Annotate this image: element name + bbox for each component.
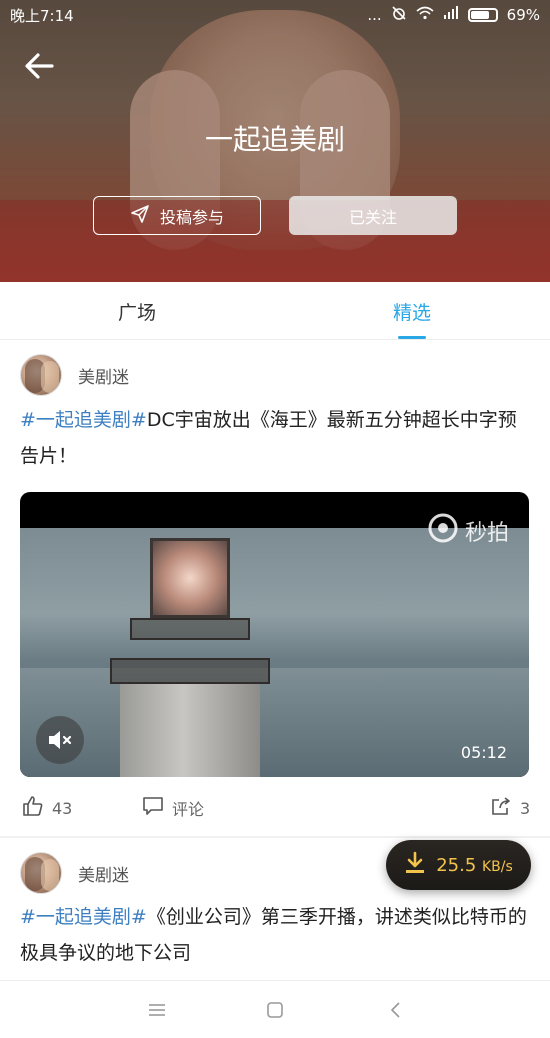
status-bar: 晚上7:14 ... 69% bbox=[0, 0, 550, 30]
like-count: 43 bbox=[52, 798, 73, 818]
alarm-icon bbox=[391, 5, 407, 25]
status-right: ... 69% bbox=[367, 5, 540, 25]
tab-featured[interactable]: 精选 bbox=[342, 282, 482, 340]
video-duration: 05:12 bbox=[460, 743, 507, 762]
status-time: 晚上7:14 bbox=[10, 6, 74, 25]
download-speed: 25.5 bbox=[436, 854, 477, 876]
post-username[interactable]: 美剧迷 bbox=[78, 363, 129, 388]
menu-icon[interactable] bbox=[142, 995, 172, 1025]
lighthouse-deck-upper bbox=[130, 618, 250, 640]
share-count: 3 bbox=[520, 798, 531, 818]
video-sea bbox=[20, 668, 529, 777]
back-icon[interactable] bbox=[380, 995, 410, 1025]
video-frame bbox=[20, 528, 529, 777]
back-arrow-icon[interactable] bbox=[20, 46, 60, 86]
video-watermark: 秒拍 bbox=[427, 512, 509, 550]
share-icon bbox=[490, 795, 512, 821]
submit-post-button[interactable]: 投稿参与 bbox=[93, 196, 261, 235]
share-button[interactable]: 3 bbox=[490, 790, 530, 826]
tab-bar: 广场 精选 bbox=[0, 282, 550, 340]
post-hashtag[interactable]: #一起追美剧# bbox=[20, 906, 147, 928]
comment-button[interactable]: 评论 bbox=[142, 790, 204, 826]
post-text[interactable]: #一起追美剧#DC宇宙放出《海王》最新五分钟超长中字预告片！ bbox=[20, 402, 532, 474]
video-lighthouse bbox=[110, 538, 270, 777]
like-icon bbox=[22, 795, 44, 821]
download-unit: KB/s bbox=[482, 858, 513, 875]
status-dots: ... bbox=[367, 6, 382, 24]
download-icon bbox=[404, 851, 426, 880]
home-icon[interactable] bbox=[260, 995, 290, 1025]
system-nav-bar bbox=[0, 980, 550, 1038]
post-actions: 43 评论 3 bbox=[0, 790, 550, 826]
video-player[interactable]: 秒拍 05:12 bbox=[20, 492, 529, 777]
follow-label: 已关注 bbox=[348, 207, 397, 227]
lighthouse-lamp bbox=[150, 538, 230, 618]
send-icon bbox=[130, 204, 150, 228]
post-text[interactable]: #一起追美剧#《创业公司》第三季开播，讲述类似比特币的极具争议的地下公司 bbox=[20, 899, 532, 971]
battery-icon bbox=[467, 8, 498, 22]
post-header[interactable]: 美剧迷 bbox=[20, 354, 129, 396]
post-divider bbox=[0, 836, 550, 838]
download-speed-badge[interactable]: 25.5 KB/s bbox=[386, 840, 531, 890]
post-header[interactable]: 美剧迷 bbox=[20, 852, 129, 894]
signal-icon bbox=[443, 6, 459, 24]
tab-square[interactable]: 广场 bbox=[67, 282, 207, 340]
avatar[interactable] bbox=[20, 852, 62, 894]
battery-percent: 69% bbox=[506, 6, 540, 24]
avatar[interactable] bbox=[20, 354, 62, 396]
lighthouse-deck-lower bbox=[110, 658, 270, 684]
comment-icon bbox=[142, 795, 164, 821]
watermark-text: 秒拍 bbox=[464, 521, 509, 546]
camera-icon bbox=[427, 512, 459, 550]
mute-icon[interactable] bbox=[36, 716, 84, 764]
follow-button[interactable]: 已关注 bbox=[289, 196, 457, 235]
page-title: 一起追美剧 bbox=[204, 123, 345, 156]
submit-post-label: 投稿参与 bbox=[159, 207, 224, 227]
comment-label: 评论 bbox=[172, 800, 205, 819]
post-hashtag[interactable]: #一起追美剧# bbox=[20, 409, 147, 431]
tab-active-indicator bbox=[398, 336, 426, 339]
like-button[interactable]: 43 bbox=[22, 790, 72, 826]
lighthouse-body bbox=[120, 684, 260, 777]
tab-square-label: 广场 bbox=[117, 301, 156, 324]
wifi-icon bbox=[416, 6, 434, 24]
tab-featured-label: 精选 bbox=[392, 301, 431, 324]
post-username[interactable]: 美剧迷 bbox=[78, 861, 129, 886]
